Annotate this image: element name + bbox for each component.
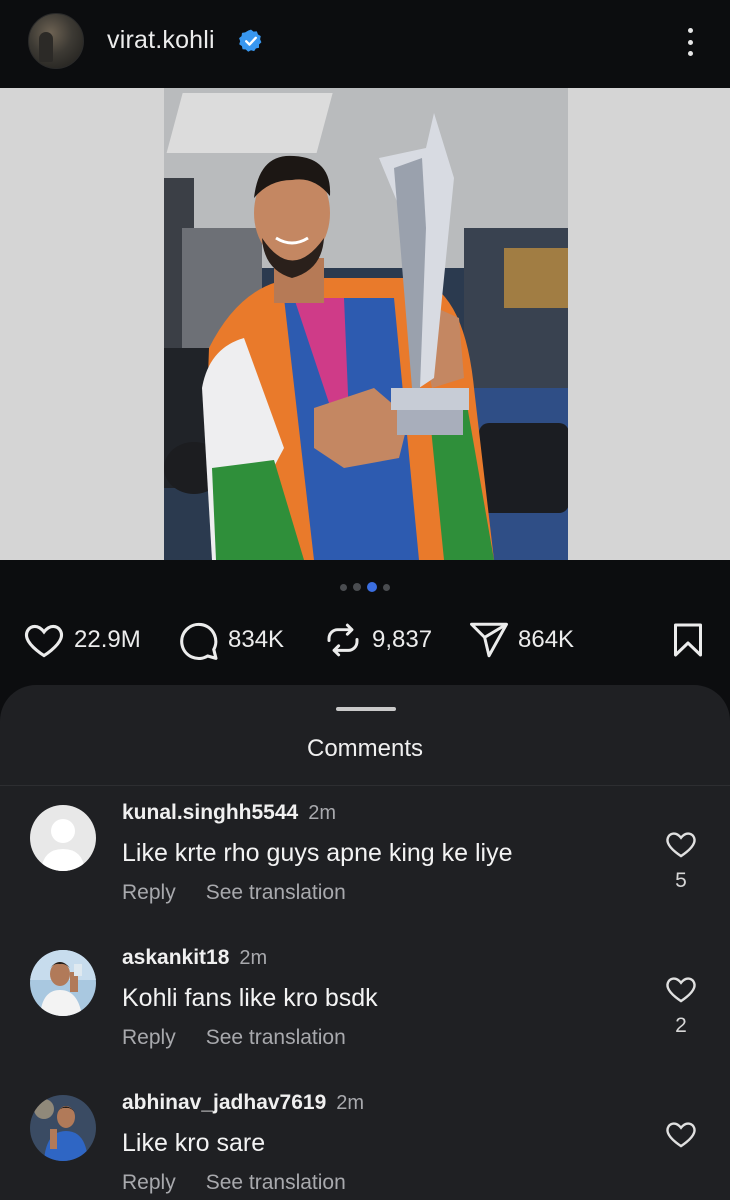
comment-time: 2m (308, 802, 337, 824)
comment-actions: Reply See translation (122, 1171, 346, 1195)
reply-button[interactable]: Reply (122, 1171, 176, 1195)
see-translation-button[interactable]: See translation (206, 881, 346, 905)
send-icon (470, 622, 508, 658)
carousel-dot (383, 583, 390, 591)
repost-action[interactable]: 9,837 (322, 612, 432, 668)
post-media[interactable] (0, 88, 730, 560)
heart-icon (25, 624, 63, 658)
comment-username[interactable]: askankit18 (122, 946, 229, 970)
carousel-dot (340, 583, 347, 591)
repost-count: 9,837 (372, 626, 433, 653)
divider (0, 785, 730, 786)
comment-username[interactable]: abhinav_jadhav7619 (122, 1091, 326, 1115)
comment-like-count: 5 (675, 869, 687, 892)
comment-header: kunal.singhh5544 2m (122, 801, 336, 825)
post-header: virat.kohli (0, 0, 730, 88)
comments-sheet: Comments kunal.singhh5544 2m Like krte r… (0, 685, 730, 1200)
comment-actions: Reply See translation (122, 1026, 346, 1050)
comment-icon (180, 622, 218, 661)
default-avatar-icon[interactable] (30, 805, 96, 871)
comment-header: askankit18 2m (122, 946, 267, 970)
comment-header: abhinav_jadhav7619 2m (122, 1091, 364, 1115)
carousel-dot (353, 583, 361, 591)
comment-like-count: 2 (675, 1014, 687, 1037)
comments-title: Comments (306, 735, 424, 762)
comment-like-icon[interactable] (664, 827, 698, 861)
post-screen: virat.kohli 22.9M 834K 9,837 864K Commen… (0, 0, 730, 1200)
comment-item: askankit18 2m Kohli fans like kro bsdk R… (0, 932, 730, 1062)
comment-text: Like krte rho guys apne king ke liye (122, 839, 513, 867)
comment-actions: Reply See translation (122, 881, 346, 905)
comment-username[interactable]: kunal.singhh5544 (122, 801, 298, 825)
share-count: 864K (518, 626, 575, 653)
comment-avatar[interactable] (30, 1095, 96, 1161)
post-actions: 22.9M 834K 9,837 864K (0, 612, 730, 668)
carousel-indicator (0, 582, 730, 592)
comment-like-icon[interactable] (664, 972, 698, 1006)
comment-time: 2m (239, 947, 268, 969)
repost-icon (327, 623, 359, 657)
see-translation-button[interactable]: See translation (206, 1171, 346, 1195)
reply-button[interactable]: Reply (122, 1026, 176, 1050)
carousel-dot-active (367, 582, 377, 592)
share-action[interactable]: 864K (468, 612, 574, 668)
sheet-grabber[interactable] (336, 707, 396, 711)
comment-avatar[interactable] (30, 950, 96, 1016)
comment-time: 2m (336, 1092, 365, 1114)
bookmark-icon (674, 623, 702, 657)
verified-badge-icon (239, 29, 262, 52)
like-action[interactable]: 22.9M (22, 612, 141, 668)
username[interactable]: virat.kohli (107, 26, 215, 55)
reply-button[interactable]: Reply (122, 881, 176, 905)
comment-like-icon[interactable] (664, 1117, 698, 1151)
more-options-icon[interactable] (678, 24, 702, 60)
comment-text: Like kro sare (122, 1129, 266, 1157)
like-count: 22.9M (74, 626, 141, 653)
comment-action[interactable]: 834K (176, 612, 284, 668)
profile-avatar[interactable] (28, 13, 84, 69)
post-photo (164, 88, 568, 560)
comment-item: kunal.singhh5544 2m Like krte rho guys a… (0, 787, 730, 917)
save-action[interactable] (668, 612, 708, 668)
see-translation-button[interactable]: See translation (206, 1026, 346, 1050)
comment-item: abhinav_jadhav7619 2m Like kro sare Repl… (0, 1077, 730, 1200)
comment-text: Kohli fans like kro bsdk (122, 984, 378, 1012)
comment-count: 834K (228, 626, 285, 653)
